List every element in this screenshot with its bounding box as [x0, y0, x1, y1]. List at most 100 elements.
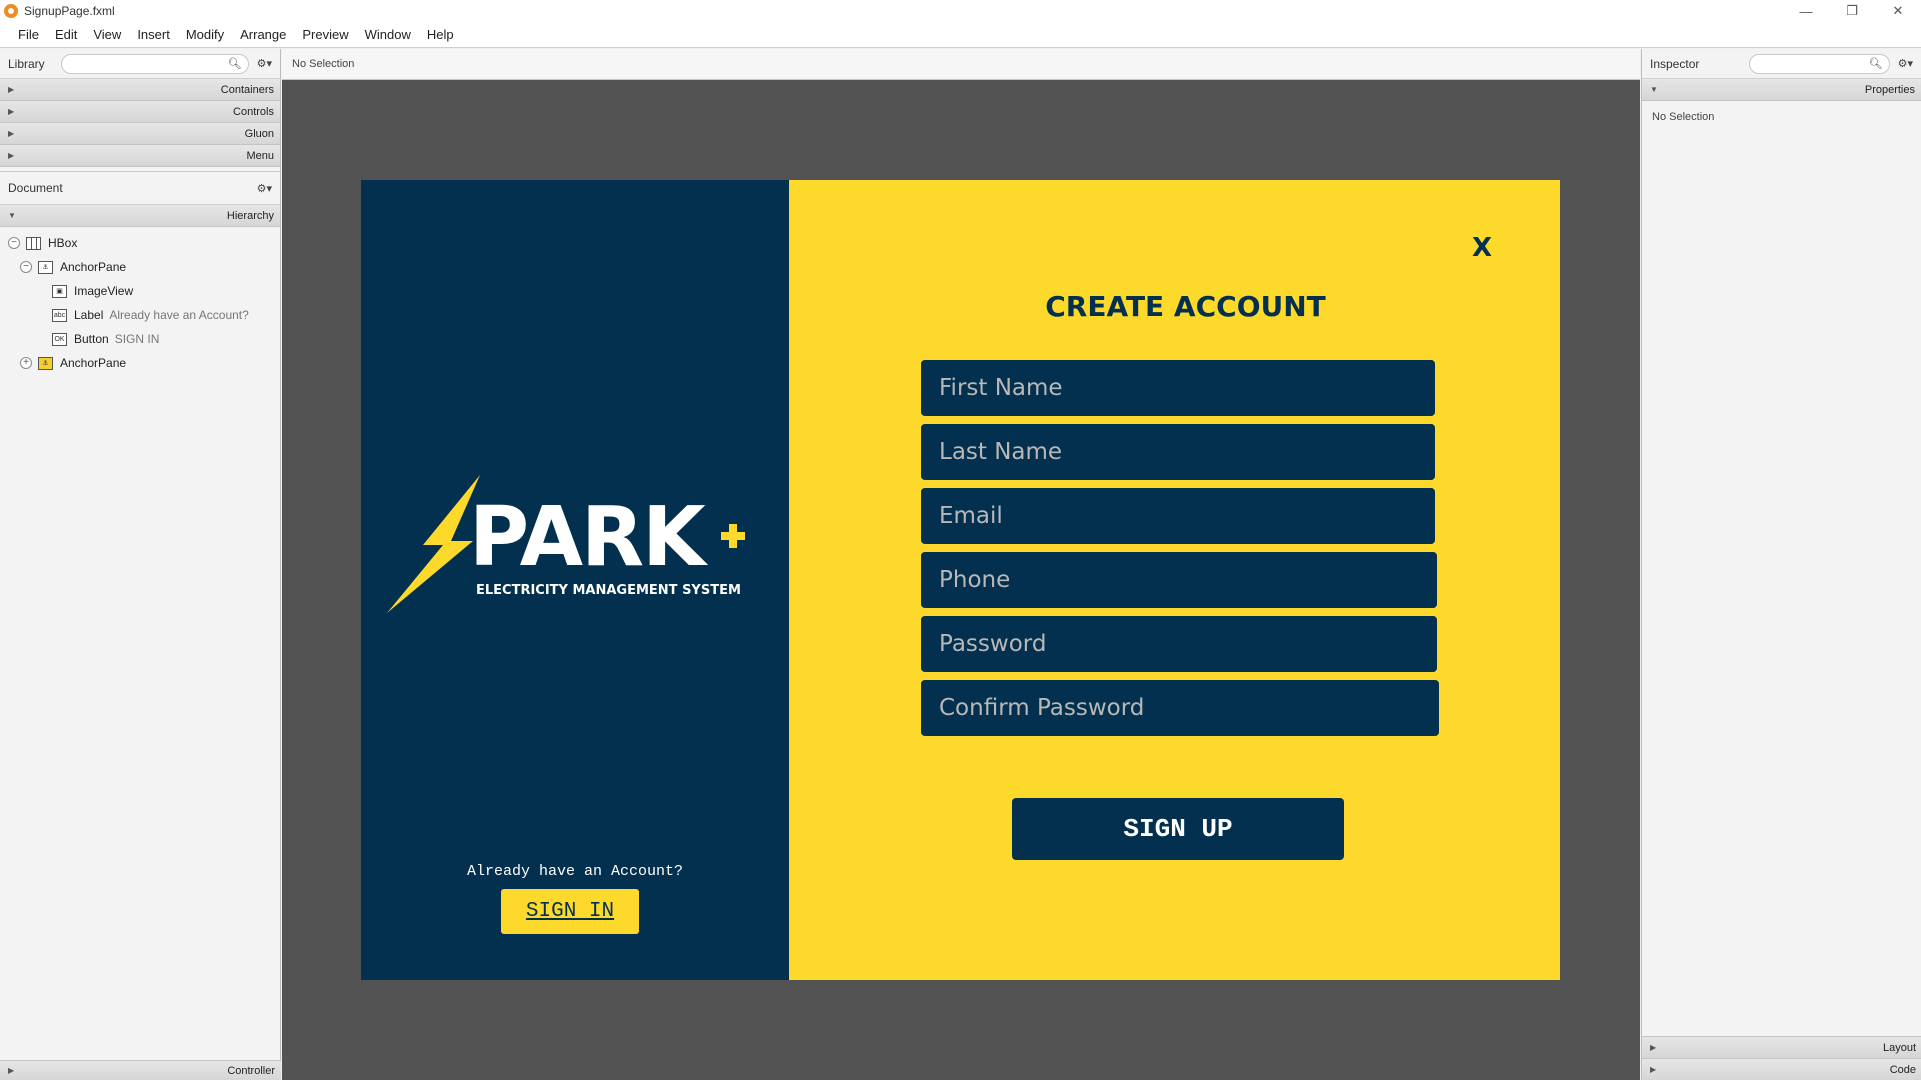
node-type: Label [74, 308, 104, 322]
tree-row-anchorpane-2[interactable]: + ⚓ AnchorPane [0, 351, 280, 375]
form-pane: X CREATE ACCOUNT First Name Last Name Em… [789, 180, 1560, 980]
expand-arrow-icon: ▶ [8, 1066, 15, 1075]
hbox-icon [26, 236, 41, 250]
hierarchy-section[interactable]: ▼ Hierarchy [0, 205, 280, 227]
hierarchy-tree: − HBox − ⚓ AnchorPane ▣ ImageView abc La… [0, 227, 280, 375]
menu-file[interactable]: File [10, 27, 47, 42]
expand-arrow-icon: ▶ [8, 129, 15, 138]
menu-window[interactable]: Window [357, 27, 419, 42]
menu-preview[interactable]: Preview [294, 27, 356, 42]
tree-row-anchorpane[interactable]: − ⚓ AnchorPane [0, 255, 280, 279]
expand-arrow-icon: ▶ [8, 107, 15, 116]
password-field[interactable]: Password [921, 616, 1437, 672]
node-type: HBox [48, 236, 78, 250]
inspector-header: Inspector 🔍︎ ⚙▾ [1642, 49, 1921, 79]
layout-section[interactable]: ▶ Layout [1642, 1036, 1921, 1058]
tree-row-button[interactable]: OK Button SIGN IN [0, 327, 280, 351]
library-gear-icon[interactable]: ⚙▾ [257, 57, 272, 70]
spark-logo: PARK ELECTRICITY MANAGEMENT SYSTEM [385, 475, 765, 615]
expand-arrow-icon: ▶ [1650, 1065, 1657, 1074]
anchorpane-icon: ⚓ [38, 260, 53, 274]
node-detail: SIGN IN [114, 332, 160, 346]
menu-arrange[interactable]: Arrange [232, 27, 294, 42]
email-field[interactable]: Email [921, 488, 1435, 544]
sign-in-button[interactable]: SIGN IN [501, 889, 639, 934]
logo-wordmark: PARK [469, 490, 706, 585]
document-title: Document [8, 181, 63, 195]
section-label: Layout [1882, 1041, 1916, 1054]
collapse-arrow-icon: ▼ [8, 211, 16, 220]
expand-arrow-icon: ▶ [1650, 1043, 1657, 1052]
section-label: Properties [1864, 83, 1915, 96]
node-type: Button [74, 332, 109, 346]
phone-field[interactable]: Phone [921, 552, 1437, 608]
anchorpane-icon: ⚓ [38, 356, 53, 370]
scene-builder-app-icon [4, 4, 18, 18]
library-title: Library [8, 56, 45, 71]
first-name-field[interactable]: First Name [921, 360, 1435, 416]
collapse-toggle-icon[interactable]: − [20, 261, 32, 273]
library-section-menu[interactable]: ▶ Menu [0, 145, 280, 167]
node-type: AnchorPane [60, 356, 127, 370]
expand-arrow-icon: ▶ [8, 85, 15, 94]
menu-modify[interactable]: Modify [178, 27, 232, 42]
library-section-controls[interactable]: ▶ Controls [0, 101, 280, 123]
sign-up-button[interactable]: SIGN UP [1012, 798, 1344, 860]
logo-tagline: ELECTRICITY MANAGEMENT SYSTEM [476, 583, 741, 598]
label-icon: abc [52, 308, 67, 322]
selection-status: No Selection [292, 58, 355, 70]
section-label: Containers [220, 83, 274, 96]
library-search-input[interactable]: 🔍︎ [60, 53, 249, 74]
collapse-arrow-icon: ▼ [1650, 85, 1658, 94]
collapse-toggle-icon[interactable]: − [8, 237, 20, 249]
close-form-button[interactable]: X [1472, 233, 1492, 263]
controller-section[interactable]: ▶ Controller [0, 1060, 281, 1080]
last-name-field[interactable]: Last Name [921, 424, 1435, 480]
restore-button[interactable]: ❐ [1829, 0, 1875, 22]
node-detail: Already have an Account? [109, 308, 249, 322]
content-canvas: PARK ELECTRICITY MANAGEMENT SYSTEM Alrea… [282, 80, 1640, 1080]
signup-form-preview: PARK ELECTRICITY MANAGEMENT SYSTEM Alrea… [361, 180, 1560, 980]
inspector-gear-icon[interactable]: ⚙▾ [1898, 57, 1913, 70]
left-panel: Library 🔍︎ ⚙▾ ▶ Containers ▶ Controls ▶ … [0, 49, 281, 1080]
form-title: CREATE ACCOUNT [1045, 290, 1326, 323]
inspector-search-input[interactable]: 🔍︎ [1749, 53, 1890, 74]
tree-row-hbox[interactable]: − HBox [0, 231, 280, 255]
code-section[interactable]: ▶ Code [1642, 1058, 1921, 1080]
menu-help[interactable]: Help [419, 27, 462, 42]
brand-pane: PARK ELECTRICITY MANAGEMENT SYSTEM Alrea… [361, 180, 789, 980]
node-type: ImageView [74, 284, 134, 298]
imageview-icon: ▣ [52, 284, 67, 298]
document-gear-icon[interactable]: ⚙▾ [257, 182, 272, 195]
section-label: Gluon [244, 127, 274, 140]
minimize-button[interactable]: — [1783, 0, 1829, 22]
inspector-bottom-sections: ▶ Layout ▶ Code [1642, 1036, 1921, 1080]
node-type: AnchorPane [60, 260, 127, 274]
window-controls: — ❐ ✕ [1783, 0, 1921, 22]
section-label: Menu [246, 149, 274, 162]
already-have-account-label: Already have an Account? [466, 863, 684, 880]
menu-edit[interactable]: Edit [47, 27, 85, 42]
properties-section[interactable]: ▼ Properties [1642, 79, 1921, 101]
button-icon: OK [52, 332, 67, 346]
menu-bar: File Edit View Insert Modify Arrange Pre… [0, 22, 1921, 48]
title-bar: SignupPage.fxml — ❐ ✕ [0, 0, 1921, 22]
close-window-button[interactable]: ✕ [1875, 0, 1921, 22]
expand-toggle-icon[interactable]: + [20, 357, 32, 369]
search-icon: 🔍︎ [1868, 57, 1883, 70]
tree-row-label[interactable]: abc Label Already have an Account? [0, 303, 280, 327]
section-label: Controls [233, 105, 274, 118]
inspector-status: No Selection [1652, 111, 1715, 123]
tree-row-imageview[interactable]: ▣ ImageView [0, 279, 280, 303]
menu-insert[interactable]: Insert [129, 27, 178, 42]
menu-view[interactable]: View [85, 27, 129, 42]
section-label: Code [1889, 1063, 1916, 1076]
confirm-password-field[interactable]: Confirm Password [921, 680, 1439, 736]
inspector-title: Inspector [1650, 56, 1700, 71]
library-header: Library 🔍︎ ⚙▾ [0, 49, 280, 79]
library-section-gluon[interactable]: ▶ Gluon [0, 123, 280, 145]
search-icon: 🔍︎ [227, 57, 242, 70]
inspector-panel: Inspector 🔍︎ ⚙▾ ▼ Properties No Selectio… [1641, 49, 1921, 1080]
library-section-containers[interactable]: ▶ Containers [0, 79, 280, 101]
section-label: Hierarchy [226, 209, 274, 222]
